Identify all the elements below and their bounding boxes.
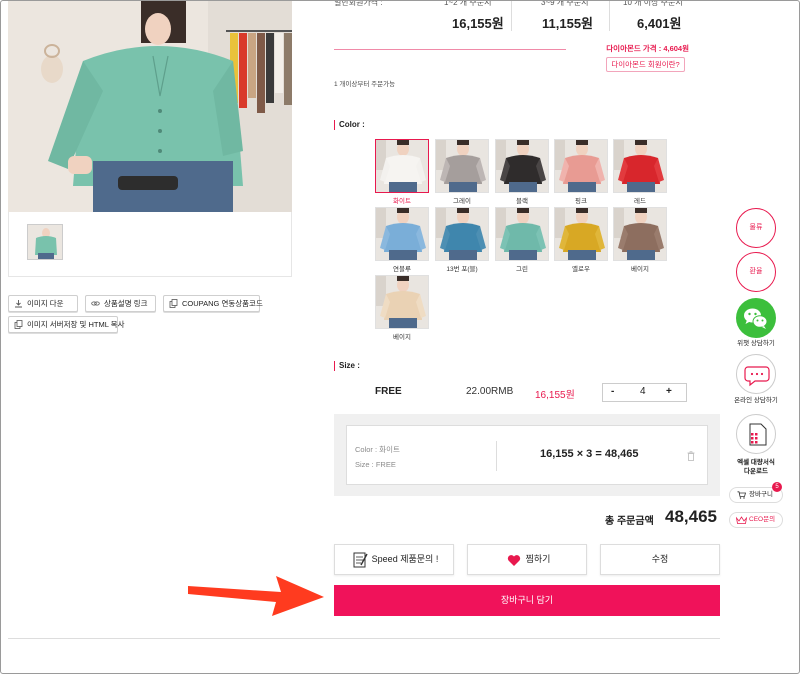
selection-calculation: 16,155 × 3 = 48,465 — [540, 448, 639, 460]
wechat-icon — [744, 308, 768, 329]
crown-icon — [736, 516, 747, 524]
product-thumbnail[interactable] — [27, 224, 63, 260]
color-swatch-label: 13번 포(블) — [446, 266, 478, 273]
browser-frame: 이미지 다운 상품설명 링크 COUPANG 연동상품코드 이미지 서버저장 및… — [0, 0, 800, 674]
color-swatch-label: 그레이 — [453, 198, 471, 205]
detail-link-label: 상품설명 링크 — [104, 299, 148, 308]
tier2-qty-label: 3~9 개 주문시 — [541, 0, 589, 7]
online-chat-float-button[interactable] — [736, 354, 776, 394]
excel-download-label: 엑셀 대량서식 다운로드 — [737, 459, 775, 475]
image-download-button[interactable]: 이미지 다운 — [8, 295, 78, 312]
exchange-rate-float-button[interactable]: 환율 — [736, 252, 776, 292]
tier1-price: 16,155원 — [452, 16, 504, 31]
ceo-inquiry-button[interactable]: CEO문의 — [729, 512, 783, 528]
color-swatch-label: 블랙 — [516, 198, 528, 205]
speed-inquiry-button[interactable]: Speed 제품문의 ! — [334, 544, 454, 575]
color-swatch[interactable] — [613, 139, 667, 193]
inquiry-form-icon — [353, 552, 368, 568]
color-swatch[interactable] — [613, 207, 667, 261]
selected-color: Color : 화이트 — [355, 445, 400, 454]
price-divider-line — [334, 49, 566, 50]
save-html-label: 이미지 서버저장 및 HTML 복사 — [27, 320, 125, 329]
product-main-image[interactable] — [8, 1, 292, 212]
total-amount: 48,465 — [665, 507, 717, 526]
coupang-code-label: COUPANG 연동상품코드 — [182, 299, 263, 308]
wishlist-button[interactable]: 찜하기 — [467, 544, 587, 575]
color-swatch[interactable] — [554, 139, 608, 193]
price-divider — [511, 1, 512, 31]
add-to-cart-button[interactable]: 장바구니 담기 — [334, 585, 720, 616]
diamond-info-button[interactable]: 다이아몬드 회원이란? — [606, 57, 685, 72]
color-swatch[interactable] — [375, 275, 429, 329]
color-swatch[interactable] — [375, 207, 429, 261]
color-swatch[interactable] — [495, 207, 549, 261]
size-section-label: Size : — [334, 361, 360, 371]
selected-option-card — [346, 425, 708, 485]
cart-count-badge: 5 — [772, 482, 782, 492]
save-html-button[interactable]: 이미지 서버저장 및 HTML 복사 — [8, 316, 124, 333]
delivery-float-button[interactable]: 물류 — [736, 208, 776, 248]
red-arrow-annotation — [188, 576, 324, 616]
qty-value[interactable]: 4 — [640, 386, 646, 397]
color-swatch-label: 레드 — [634, 198, 646, 205]
link-icon — [91, 301, 100, 306]
copy-icon — [169, 299, 178, 308]
color-swatch-label: 핑크 — [575, 198, 587, 205]
selection-divider — [496, 441, 497, 471]
total-label: 총 주문금액 — [605, 516, 654, 527]
ceo-inquiry-label: CEO문의 — [749, 516, 776, 523]
trash-icon[interactable] — [687, 451, 695, 461]
color-swatch-label: 그린 — [516, 266, 528, 273]
quantity-stepper: - 4 + — [602, 383, 687, 402]
tier3-qty-label: 10 개 이상 주문시 — [623, 0, 683, 7]
member-price-label: 일반회원가격 : — [334, 0, 383, 7]
footer-divider — [8, 638, 720, 639]
heart-icon — [507, 555, 521, 566]
color-swatch-label: 옐로우 — [572, 266, 590, 273]
online-chat-label: 온라인 상담하기 — [734, 397, 778, 404]
wechat-float-button[interactable] — [736, 298, 776, 338]
cart-label: 장바구니 — [749, 491, 773, 498]
color-swatch[interactable] — [495, 139, 549, 193]
color-swatch-label: 베이지 — [393, 334, 411, 341]
excel-download-float-button[interactable] — [736, 414, 776, 454]
cart-icon — [737, 491, 746, 499]
coupang-code-button[interactable]: COUPANG 연동상품코드 — [163, 295, 263, 312]
download-icon — [15, 300, 22, 308]
selected-size: Size : FREE — [355, 460, 396, 469]
color-swatch-label: 연블루 — [393, 266, 411, 273]
chat-bubble-icon — [744, 366, 770, 387]
color-swatch[interactable] — [554, 207, 608, 261]
color-swatch[interactable] — [435, 139, 489, 193]
tier1-qty-label: 1~2 개 주문시 — [444, 0, 492, 7]
diamond-price: 다이아몬드 가격 : 4,604원 — [606, 44, 689, 53]
min-order-note: 1 개이상부터 주문가능 — [334, 81, 396, 88]
price-divider — [609, 1, 610, 31]
edit-button[interactable]: 수정 — [600, 544, 720, 575]
color-swatch-label: 베이지 — [631, 266, 649, 273]
size-name: FREE — [375, 386, 402, 397]
size-price: 16,155원 — [535, 390, 575, 401]
qty-plus-button[interactable]: + — [666, 386, 672, 397]
detail-link-button[interactable]: 상품설명 링크 — [85, 295, 156, 312]
qty-minus-button[interactable]: - — [611, 386, 614, 397]
color-section-label: Color : — [334, 120, 365, 130]
tier3-price: 6,401원 — [637, 16, 682, 31]
wechat-label: 위챗 상담하기 — [737, 340, 775, 347]
wishlist-label: 찜하기 — [525, 554, 551, 564]
excel-file-icon — [749, 423, 767, 446]
copy-icon — [14, 320, 23, 329]
size-rmb: 22.00RMB — [466, 386, 514, 397]
image-download-label: 이미지 다운 — [27, 299, 64, 308]
speed-inquiry-label: Speed 제품문의 ! — [371, 554, 439, 564]
color-swatch-label: 화이트 — [393, 198, 411, 205]
tier2-price: 11,155원 — [542, 16, 594, 31]
color-swatch[interactable] — [375, 139, 429, 193]
color-swatch[interactable] — [435, 207, 489, 261]
